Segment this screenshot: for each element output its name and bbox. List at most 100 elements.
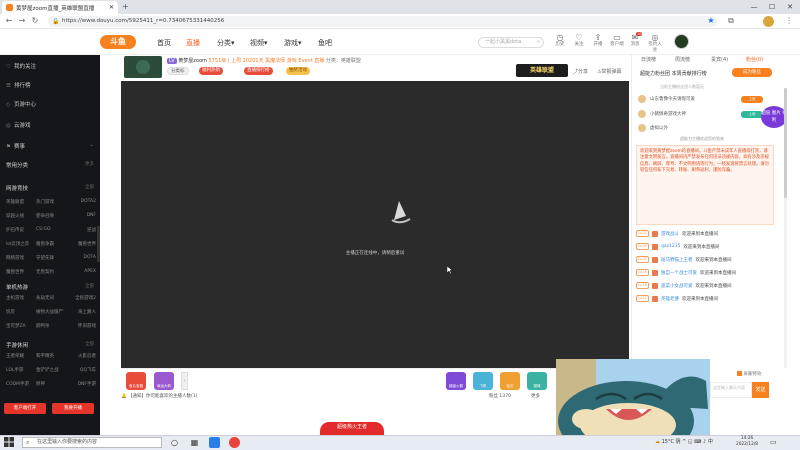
more-link[interactable]: 更多 — [531, 392, 540, 401]
chat-message[interactable]: LV.50 qaz1235 欢迎来到本直播间 — [636, 242, 776, 251]
start-live-button[interactable]: 我要开播 — [52, 403, 94, 414]
become-fan-button[interactable]: 成为粉丝 — [732, 68, 772, 77]
room-tag[interactable]: 福利热销 — [199, 67, 223, 75]
game-link[interactable]: 饥荒 — [6, 309, 36, 315]
notification-icon[interactable]: ▭ — [770, 438, 777, 446]
game-link[interactable]: 网络游戏 — [6, 255, 36, 261]
history-icon[interactable]: ◷ 历史 — [553, 34, 567, 48]
nav-home[interactable]: 首页 — [157, 38, 171, 48]
widgets-icon[interactable]: ▦ — [189, 437, 200, 448]
close-tab-icon[interactable]: ✕ — [109, 4, 114, 11]
game-link[interactable]: 穿越火线 — [6, 213, 36, 219]
edge-icon[interactable] — [209, 437, 220, 448]
chat-nick[interactable]: qaz1235 — [661, 244, 680, 249]
bookmark-star-icon[interactable]: ★ — [706, 16, 716, 26]
gift-item[interactable]: 超级火箭 — [446, 372, 466, 390]
section-more-link[interactable]: 全部 — [85, 184, 94, 190]
nav-category[interactable]: 分类▾ — [217, 38, 235, 48]
game-link[interactable]: 魔兽争霸 — [36, 241, 66, 247]
game-link[interactable]: CODM手游 — [6, 381, 36, 387]
rank-tab[interactable]: 周流榜 — [675, 56, 690, 63]
share-button[interactable]: ⤴分享 — [573, 68, 588, 75]
game-link[interactable]: DNF — [66, 213, 96, 219]
chat-nick[interactable]: 英雄老婆 — [661, 296, 679, 302]
upload-icon[interactable]: ⇪ 开播 — [591, 34, 605, 48]
nav-game[interactable]: 游戏▾ — [284, 38, 302, 48]
game-link[interactable]: 和平精英 — [36, 353, 66, 359]
game-link[interactable]: CS:GO — [36, 227, 66, 233]
streamer-name[interactable]: 黄梦屋zoom — [178, 58, 207, 64]
rank-row[interactable]: 山东鲁豫今天请假可爱 上贡 — [638, 94, 763, 104]
extensions-icon[interactable]: ⧉ — [726, 16, 736, 26]
game-link[interactable]: 逆战 — [66, 227, 96, 233]
new-tab-button[interactable]: + — [122, 2, 129, 11]
game-link[interactable]: lol云顶之弈 — [6, 241, 36, 247]
taskbar-search-input[interactable]: ⌕ 在这里输入你要搜索的内容 — [22, 437, 162, 448]
game-link[interactable]: 原神 — [36, 381, 66, 387]
sidebar-common-more[interactable]: 更多 — [85, 161, 94, 167]
sidebar-item-rank[interactable]: ☰ 排行榜 — [6, 81, 31, 89]
search-icon[interactable]: ⌕ — [537, 38, 540, 47]
report-button[interactable]: ⚠举报弹幕 — [597, 68, 622, 75]
minimize-button[interactable]: — — [748, 2, 760, 12]
close-window-button[interactable]: ✕ — [784, 2, 796, 12]
client-icon[interactable]: ▭ 客户端 — [610, 34, 624, 48]
sidebar-item-cloudgame[interactable]: ◎ 云游戏 — [6, 121, 31, 129]
sidebar-item-webgame[interactable]: ◇ 页游中心 — [6, 100, 36, 108]
nav-video[interactable]: 视频▾ — [250, 38, 268, 48]
sidebar-section-title[interactable]: 手游休闲 全部 — [6, 341, 94, 349]
rank-tab[interactable]: 日流榜 — [641, 56, 656, 63]
task-view-icon[interactable]: ○ — [169, 437, 180, 448]
gift-item[interactable]: 鱼丸宝箱 — [126, 372, 146, 390]
send-button[interactable]: 发送 — [752, 382, 769, 398]
streamer-avatar[interactable] — [124, 56, 162, 78]
chat-message[interactable]: LV.19 独自一个战士可爱 欢迎来到本直播间 — [636, 268, 776, 277]
windows-start-icon[interactable] — [4, 437, 14, 447]
nav-yuba[interactable]: 鱼吧 — [318, 38, 332, 48]
game-link[interactable]: 永劫无间 — [36, 295, 66, 301]
game-link[interactable]: 热门游戏 — [36, 199, 66, 205]
nav-live[interactable]: 直播 — [186, 38, 200, 48]
forward-arrow-icon[interactable]: → — [17, 16, 27, 26]
user-avatar[interactable] — [674, 34, 689, 49]
game-link[interactable]: 魔兽世界 — [66, 241, 96, 247]
game-link[interactable]: 使命召唤 — [36, 213, 66, 219]
game-link[interactable]: 火影忍者 — [66, 353, 96, 359]
gift-effect-toggle[interactable]: 屏蔽特效 — [737, 371, 761, 377]
checkbox[interactable] — [737, 371, 742, 376]
game-link[interactable]: APEX — [66, 269, 96, 275]
sidebar-section-title[interactable]: 网游竞技 全部 — [6, 184, 94, 192]
chat-nick[interactable]: 游戏战斗 — [661, 231, 679, 237]
follow-icon[interactable]: ♡ 关注 — [572, 34, 586, 48]
chat-scrollbar[interactable] — [784, 88, 787, 368]
chat-message[interactable]: LV.22 斑马野猫上王者 欢迎来到本直播间 — [636, 255, 776, 264]
game-link[interactable]: 怀旧游戏 — [66, 323, 96, 329]
chat-message[interactable]: LV.12 英雄老婆 欢迎来到本直播间 — [636, 294, 776, 303]
game-link[interactable]: 海上路人 — [66, 309, 96, 315]
system-tray[interactable]: ☁ 15°C 阴 ^ ◱ ⌨ ♪ 中 — [655, 438, 713, 445]
chat-nick[interactable]: 独自一个战士可爱 — [661, 270, 697, 276]
game-link[interactable]: 金铲铲之战 — [36, 367, 66, 373]
game-link[interactable]: DOTA — [66, 255, 97, 261]
gift-item[interactable]: 猫咪 — [527, 372, 547, 390]
profile-icon[interactable] — [763, 16, 774, 27]
game-link[interactable]: 主机游戏 — [6, 295, 36, 301]
browser-tab[interactable]: 黄梦屋zoom直播_英雄联盟直播 ✕ — [2, 1, 118, 14]
browser-app-icon[interactable] — [229, 437, 240, 448]
gift-item[interactable]: 飞机 — [473, 372, 493, 390]
section-more-link[interactable]: 全部 — [85, 283, 94, 289]
sidebar-section-title[interactable]: 单机热游 全部 — [6, 283, 94, 291]
reload-icon[interactable]: ↻ — [30, 16, 40, 26]
url-field[interactable]: 🔒 https://www.douyu.com/5925411_r=0.7340… — [48, 16, 718, 27]
chat-input[interactable]: 这里输入聊天内容 — [710, 382, 752, 398]
game-link[interactable]: 守望先锋 — [36, 255, 66, 261]
back-arrow-icon[interactable]: ← — [4, 16, 14, 26]
game-link[interactable]: QQ飞车 — [66, 367, 96, 373]
game-link[interactable]: 鹅鸭杀 — [36, 323, 66, 329]
client-open-button[interactable]: 客户端打开 — [4, 403, 46, 414]
game-link[interactable]: DOTA2 — [66, 199, 96, 205]
gift-more-button[interactable]: › — [181, 372, 188, 390]
sidebar-item-follow[interactable]: ♡ 我的关注 — [6, 62, 36, 70]
browser-menu-icon[interactable]: ⋮ — [784, 16, 794, 26]
sidebar-item-esports[interactable]: ⚑ 赛事 ⌄ — [6, 142, 94, 150]
